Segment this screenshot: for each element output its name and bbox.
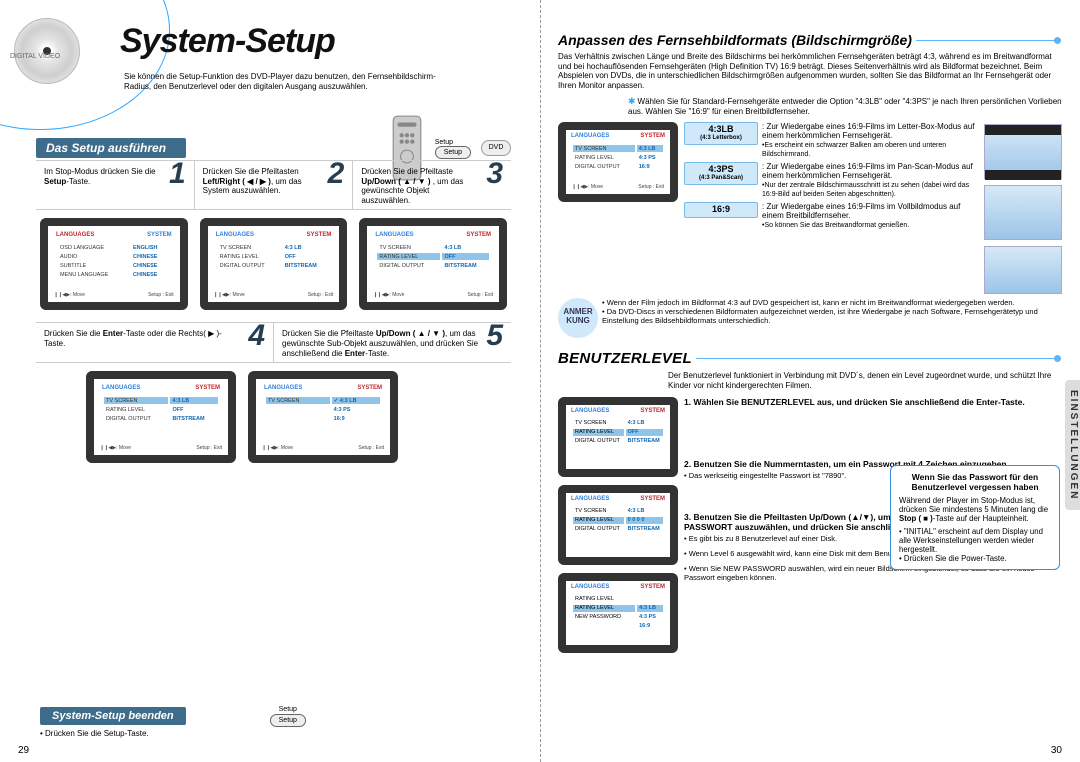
aspect-star-note: ✱Wählen Sie für Standard-Fernsehgeräte e… — [558, 96, 1062, 116]
page-title-left: System-Setup — [120, 22, 335, 61]
finish-text: • Drücken Sie die Setup-Taste. — [40, 729, 450, 738]
section-title-benutzerlevel: BENUTZERLEVEL — [558, 350, 692, 367]
star-icon: ✱ — [628, 96, 636, 106]
anmerkung-badge: ANMER KUNG — [558, 298, 598, 338]
page-left: DIGITAL VIDEO System-Setup Sie können di… — [0, 0, 540, 762]
section-title-aspect: Anpassen des Fernsehbildformats (Bildsch… — [558, 32, 912, 48]
aspect-preview-photos — [984, 122, 1062, 294]
benutz-tv-1: LANGUAGESSYSTEM TV SCREEN4:3 LB RATING L… — [558, 397, 678, 477]
step-2: 2 Drücken Sie die Pfeiltasten Left/Right… — [194, 161, 353, 209]
side-tab-einstellungen: EINSTELLUNGEN — [1065, 380, 1080, 510]
aspect-osd-tv: LANGUAGESSYSTEM TV SCREEN4:3 LB RATING L… — [558, 122, 678, 294]
das-setup-heading: Das Setup ausführen — [36, 138, 186, 158]
step-1: 1 Im Stop-Modus drücken Sie die Setup-Ta… — [36, 161, 194, 209]
preview-wide — [984, 246, 1062, 294]
option-43ps-badge: 4:3PS(4:3 Pan&Scan) — [684, 162, 758, 184]
aspect-options: LANGUAGESSYSTEM TV SCREEN4:3 LB RATING L… — [558, 122, 1062, 294]
osd-tv-1: LANGUAGESSYSTEM OSD LANGUAGEENGLISH AUDI… — [40, 218, 188, 310]
steps-grid: 1 Im Stop-Modus drücken Sie die Setup-Ta… — [36, 160, 511, 475]
anmerkung-block: ANMER KUNG • Wenn der Film jedoch im Bil… — [558, 298, 1062, 338]
option-43lb-badge: 4:3LB(4:3 Letterbox) — [684, 122, 758, 144]
osd-tv-5: LANGUAGESSYSTEM TV SCREEN✓ 4:3 LB 4:3 PS… — [248, 371, 398, 463]
intro-text: Sie können die Setup-Funktion des DVD-Pl… — [124, 72, 444, 91]
page-right: Anpassen des Fernsehbildformats (Bildsch… — [540, 0, 1080, 762]
page-number-right: 30 — [1051, 745, 1062, 756]
benutzerlevel-intro: Der Benutzerlevel funktioniert in Verbin… — [558, 371, 1062, 390]
preview-panscan — [984, 185, 1062, 240]
password-forgot-box: Wenn Sie das Passwort für den Benutzerle… — [890, 465, 1060, 570]
benutz-step-1: 1. Wählen Sie BENUTZERLEVEL aus, und drü… — [684, 397, 1062, 407]
finish-setup-pill: Setup Setup — [270, 704, 306, 727]
disc-label: DIGITAL VIDEO — [10, 53, 60, 60]
finish-area: System-Setup beenden Setup Setup • Drück… — [40, 704, 450, 738]
step-5: 5 Drücken Sie die Pfeiltaste Up/Down ( ▲… — [273, 323, 511, 362]
finish-heading: System-Setup beenden — [40, 707, 186, 725]
step-4: 4 Drücken Sie die Enter-Taste oder die R… — [36, 323, 273, 362]
dvd-badge: DVD — [481, 140, 511, 156]
benutz-tv-2: LANGUAGESSYSTEM TV SCREEN4:3 LB RATING L… — [558, 485, 678, 565]
osd-tv-4: LANGUAGESSYSTEM TV SCREEN4:3 LB RATING L… — [86, 371, 236, 463]
option-169-badge: 16:9 — [684, 202, 758, 218]
osd-tv-3: LANGUAGESSYSTEM TV SCREEN4:3 LB RATING L… — [359, 218, 507, 310]
setup-button-hint: Setup Setup — [435, 137, 471, 159]
osd-tv-2: LANGUAGESSYSTEM TV SCREEN4:3 LB RATING L… — [200, 218, 348, 310]
preview-letterbox — [984, 124, 1062, 179]
page-number-left: 29 — [18, 745, 29, 756]
step-3: 3 Drücken Sie die Pfeiltaste Up/Down ( ▲… — [352, 161, 511, 209]
aspect-intro: Das Verhältnis zwischen Länge und Breite… — [558, 52, 1062, 90]
benutz-tv-3: LANGUAGESSYSTEM RATING LEVEL RATING LEVE… — [558, 573, 678, 653]
